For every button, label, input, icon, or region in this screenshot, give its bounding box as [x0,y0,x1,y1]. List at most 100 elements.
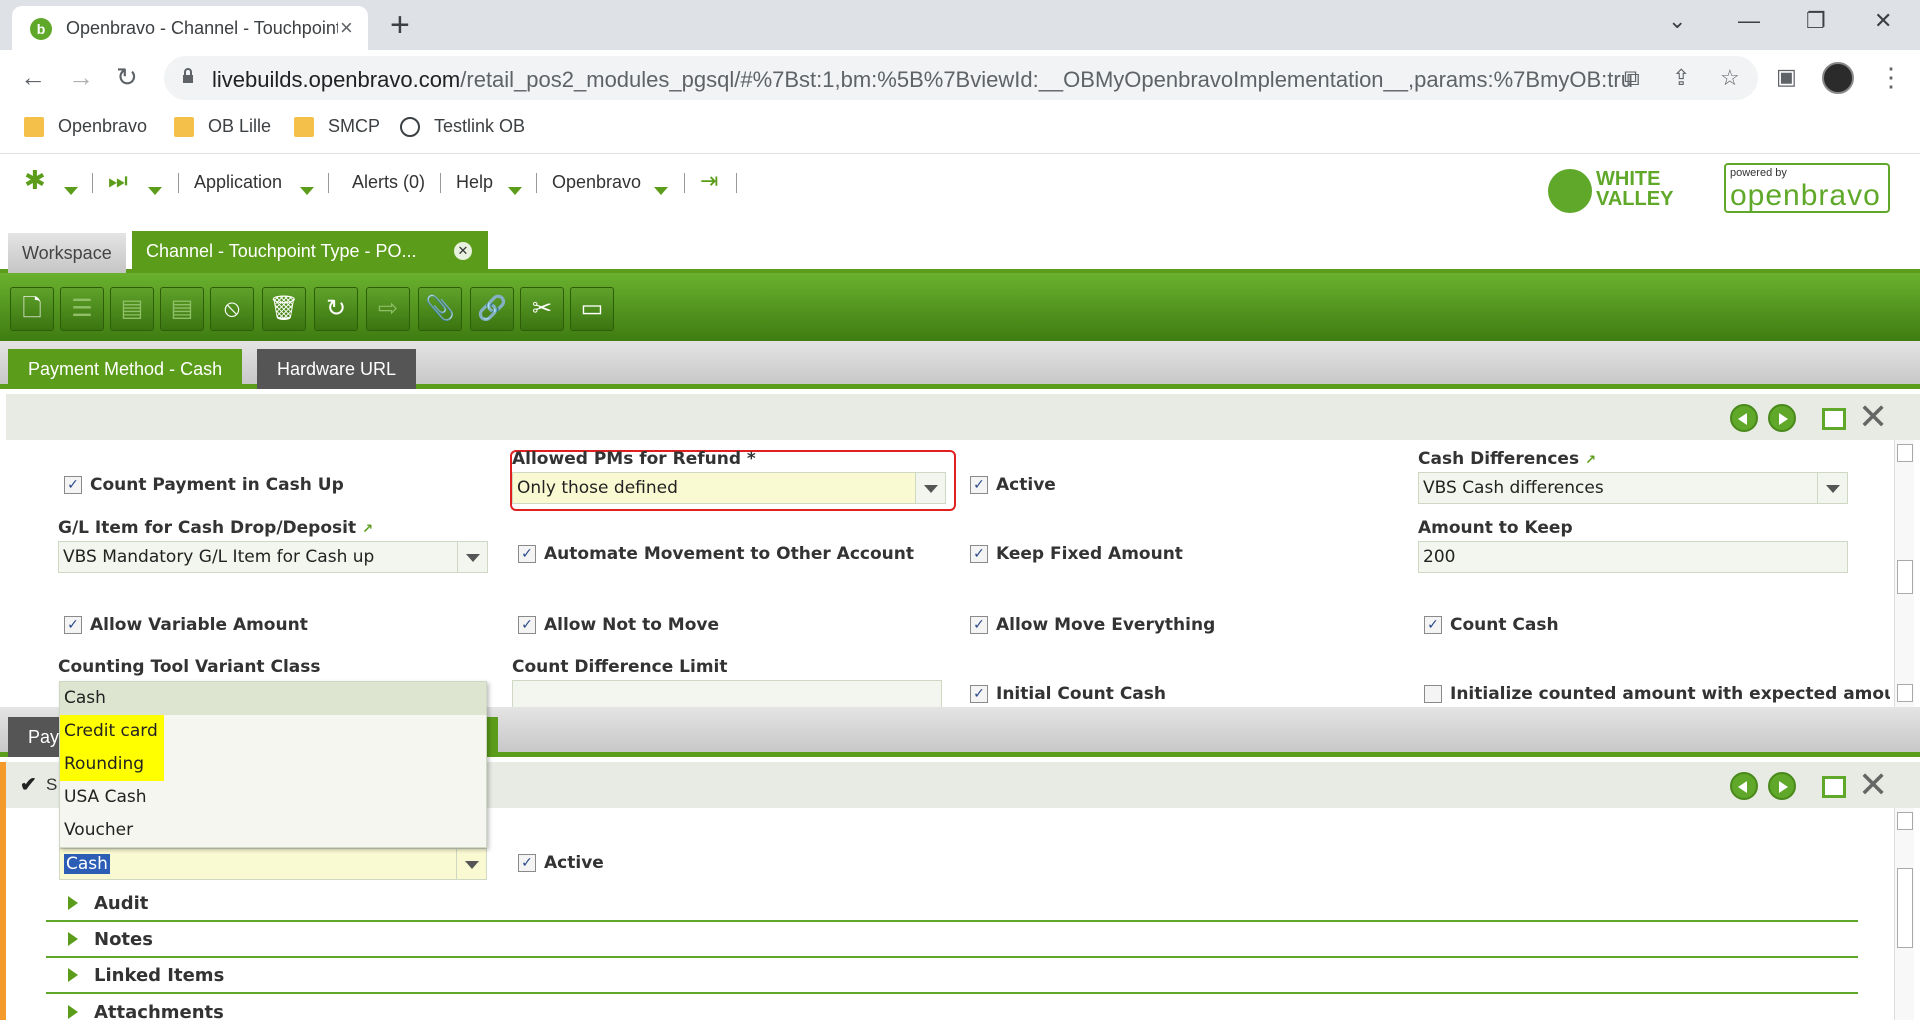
tools-icon[interactable]: ✂ [520,287,564,331]
bookmark-testlink-ob[interactable]: Testlink OB [400,116,525,137]
logout-icon[interactable]: ⇥ [700,168,718,194]
quick-launch-chevron-down-icon[interactable] [64,179,78,200]
allow-variable-amount-checkbox[interactable]: ✓ Allow Variable Amount [64,615,308,635]
application-menu[interactable]: Application [194,172,282,193]
tab-payment-method-cash[interactable]: Payment Method - Cash [8,349,243,389]
initialize-counted-checkbox[interactable]: Initialize counted amount with expected … [1424,684,1890,704]
help-chevron-down-icon[interactable] [508,179,522,200]
count-payment-in-cash-up-checkbox[interactable]: ✓ Count Payment in Cash Up [64,475,344,495]
restore-window-icon[interactable]: ❐ [1806,8,1826,34]
count-cash-checkbox[interactable]: ✓ Count Cash [1424,615,1559,635]
attachment-icon[interactable]: 📎 [418,287,462,331]
bookmark-openbravo[interactable]: Openbravo [24,116,147,137]
bookmark-star-icon[interactable]: ☆ [1720,65,1740,91]
delete-icon[interactable]: 🗑 [262,287,306,331]
user-menu[interactable]: Openbravo [552,172,641,193]
browser-tab[interactable]: b Openbravo - Channel - Touchpoint Type … [12,6,368,50]
scroll-thumb[interactable] [1897,868,1913,948]
export-icon[interactable]: ⇨ [366,287,410,331]
scroll-up-icon[interactable] [1897,812,1913,830]
recent-views-icon[interactable]: ⏭ [108,168,128,194]
forward-arrow-icon[interactable]: → [68,62,94,92]
dropdown-option-usa-cash[interactable]: USA Cash [60,781,151,814]
translate-icon[interactable]: ⧉ [1624,65,1640,91]
minimize-window-icon[interactable]: — [1738,8,1760,34]
save-icon[interactable]: ▤ [110,287,154,331]
lower-active-checkbox[interactable]: ✓ Active [518,853,604,873]
bookmark-smcp[interactable]: SMCP [294,116,380,137]
help-menu[interactable]: Help [456,172,493,193]
bookmark-ob-lille[interactable]: OB Lille [174,116,271,137]
profile-avatar[interactable] [1822,62,1854,94]
tab-workspace[interactable]: Workspace [8,233,126,275]
previous-record-icon[interactable] [1730,404,1758,432]
tab-payment-lower-label[interactable]: Pay [8,717,64,757]
link-arrow-icon[interactable]: ↗ [1585,453,1596,468]
dropdown-option-credit-card[interactable]: Credit card [60,715,164,748]
refresh-icon[interactable]: ↻ [314,287,358,331]
undo-icon[interactable]: ⦸ [210,287,254,331]
maximize-icon[interactable] [1822,408,1846,430]
close-window-icon[interactable]: ✕ [1874,8,1892,34]
alerts-link[interactable]: Alerts (0) [352,172,425,193]
dropdown-chevron-down-icon[interactable] [915,473,945,503]
lower-scrollbar[interactable] [1894,808,1914,1020]
close-form-icon[interactable]: ✕ [1858,399,1888,435]
dropdown-option-rounding[interactable]: Rounding [60,748,164,781]
new-tab-icon[interactable]: + [390,6,410,44]
divider [736,173,737,193]
dropdown-option-cash[interactable]: Cash [60,682,486,715]
allow-not-to-move-checkbox[interactable]: ✓ Allow Not to Move [518,615,719,635]
gl-item-select[interactable]: VBS Mandatory G/L Item for Cash up [58,541,488,573]
link-arrow-icon[interactable]: ↗ [362,522,373,537]
dropdown-option-voucher[interactable]: Voucher [60,814,137,847]
address-bar[interactable]: livebuilds.openbravo.com/retail_pos2_mod… [164,56,1758,100]
new-record-icon[interactable]: 🗋 [10,287,54,331]
allowed-pms-select[interactable]: Only those defined [512,472,946,504]
toggle-view-icon[interactable]: ▭ [570,287,614,331]
tab-hardware-url[interactable]: Hardware URL [257,349,417,389]
maximize-icon[interactable] [1822,776,1846,798]
scroll-down-icon[interactable] [1897,684,1913,702]
close-tab-icon[interactable]: × [340,15,353,41]
section-audit[interactable]: Audit [46,886,1858,922]
back-arrow-icon[interactable]: ← [20,62,46,92]
section-linked-items[interactable]: Linked Items [46,958,1858,994]
close-form-icon[interactable]: ✕ [1858,767,1888,803]
section-notes[interactable]: Notes [46,922,1858,958]
quick-launch-icon[interactable]: ✱ [24,165,46,196]
active-checkbox[interactable]: ✓ Active [970,475,1056,495]
keep-fixed-amount-checkbox[interactable]: ✓ Keep Fixed Amount [970,544,1183,564]
tab-search-chevron-icon[interactable]: ⌄ [1668,8,1686,34]
scroll-thumb[interactable] [1897,560,1913,594]
share-icon[interactable]: ⇪ [1672,65,1690,91]
next-record-icon[interactable] [1768,772,1796,800]
form-scrollbar[interactable] [1894,440,1914,707]
chrome-menu-icon[interactable]: ⋮ [1878,62,1904,92]
allow-move-everything-checkbox[interactable]: ✓ Allow Move Everything [970,615,1215,635]
cash-differences-select[interactable]: VBS Cash differences [1418,472,1848,504]
side-panel-icon[interactable]: ▣ [1776,62,1797,92]
new-row-icon[interactable]: ☰ [60,287,104,331]
counting-tool-dropdown-list: Cash Credit card Rounding USA Cash Vouch… [59,681,487,848]
link-icon[interactable]: 🔗 [470,287,514,331]
automate-movement-checkbox[interactable]: ✓ Automate Movement to Other Account [518,544,914,564]
next-record-icon[interactable] [1768,404,1796,432]
save-close-icon[interactable]: ▤ [160,287,204,331]
dropdown-chevron-down-icon[interactable] [456,849,486,879]
previous-record-icon[interactable] [1730,772,1758,800]
amount-to-keep-input[interactable]: 200 [1418,541,1848,573]
close-tab-icon[interactable]: ✕ [454,242,472,260]
reload-icon[interactable]: ↻ [116,62,138,92]
dropdown-chevron-down-icon[interactable] [457,542,487,572]
initial-count-cash-checkbox[interactable]: ✓ Initial Count Cash [970,684,1166,704]
count-diff-limit-input[interactable] [512,680,942,707]
dropdown-chevron-down-icon[interactable] [1817,473,1847,503]
section-attachments[interactable]: Attachments [46,994,1858,1030]
scroll-up-icon[interactable] [1897,444,1913,462]
tab-channel-touchpoint[interactable]: Channel - Touchpoint Type - PO... ✕ [132,231,488,273]
user-chevron-down-icon[interactable] [654,179,668,200]
recent-views-chevron-down-icon[interactable] [148,179,162,200]
counting-tool-combo-input[interactable]: Cash [59,848,487,880]
application-chevron-down-icon[interactable] [300,179,314,200]
